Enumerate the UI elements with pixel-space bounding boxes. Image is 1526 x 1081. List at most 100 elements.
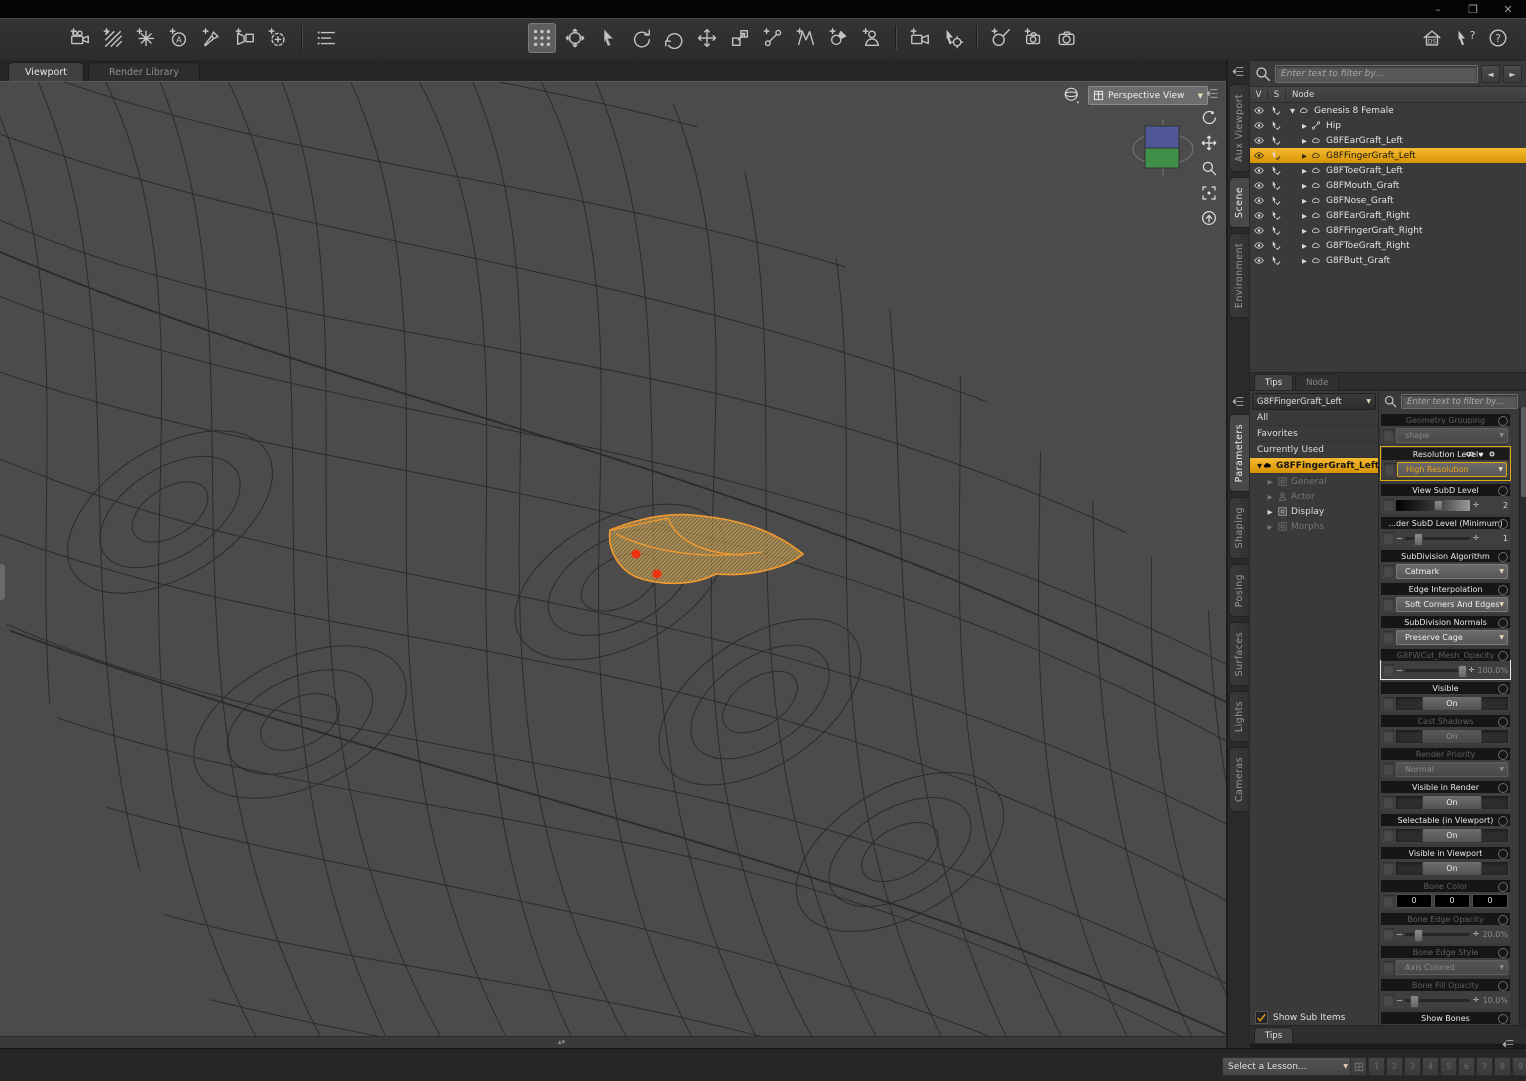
surface-selection-tool-icon[interactable] xyxy=(825,23,853,53)
tab-environment[interactable]: Environment xyxy=(1229,232,1249,319)
scene-navigator-icon[interactable] xyxy=(528,23,556,53)
node-label[interactable]: G8FMouth_Graft xyxy=(1326,181,1399,191)
gear-icon[interactable] xyxy=(1487,449,1497,459)
tab-parameters[interactable]: Parameters xyxy=(1229,414,1249,493)
expand-arrow-icon[interactable]: ▶ xyxy=(1300,197,1309,205)
visibility-eye-icon[interactable] xyxy=(1250,135,1267,146)
slider-knob[interactable] xyxy=(1413,928,1423,942)
node-label[interactable]: G8FToeGraft_Right xyxy=(1326,241,1410,251)
visibility-eye-icon[interactable] xyxy=(1250,180,1267,191)
slider-plus[interactable]: ✛ xyxy=(1468,666,1475,674)
scene-node-g8feargraft-right[interactable]: ▶ G8FEarGraft_Right xyxy=(1250,208,1526,223)
new-camera-icon[interactable] xyxy=(66,23,94,53)
tab-posing[interactable]: Posing xyxy=(1229,563,1249,618)
node-label[interactable]: G8FFingerGraft_Right xyxy=(1326,226,1422,236)
lesson-step-6[interactable]: 6 xyxy=(1458,1057,1475,1076)
param-settings-icon[interactable] xyxy=(1498,684,1508,694)
param-group-currently-used[interactable]: Currently Used xyxy=(1250,442,1378,458)
node-weight-brush-icon[interactable] xyxy=(939,23,967,53)
param-dropdown[interactable]: Axis Colored ▼ xyxy=(1396,959,1508,975)
param-group-g8ffingergraft-left[interactable]: ▼ G8FFingerGraft_Left xyxy=(1250,458,1379,474)
geometry-editor-tool-icon[interactable] xyxy=(792,23,820,53)
pane-menu-icon[interactable] xyxy=(1229,393,1248,409)
scene-node-g8fbutt-graft[interactable]: ▶ G8FButt_Graft xyxy=(1250,253,1526,268)
selectable-cursor-icon[interactable] xyxy=(1267,210,1284,221)
color-channel-field[interactable]: 0 xyxy=(1472,894,1508,908)
expand-arrow-icon[interactable]: ▶ xyxy=(1300,122,1309,130)
figure-setup-tool-icon[interactable] xyxy=(858,23,886,53)
node-label[interactable]: G8FToeGraft_Left xyxy=(1326,166,1403,176)
joint-editor-tool-icon[interactable] xyxy=(759,23,787,53)
scene-node-hip[interactable]: ▶ Hip xyxy=(1250,118,1526,133)
param-dropdown[interactable]: High Resolution ▼ xyxy=(1397,461,1507,477)
param-group-all[interactable]: All xyxy=(1250,410,1378,426)
param-group-favorites[interactable]: Favorites xyxy=(1250,426,1378,442)
expand-arrow-icon[interactable]: ▶ xyxy=(1300,137,1309,145)
param-subgroup-actor[interactable]: ▶ Actor xyxy=(1250,489,1378,504)
frame-icon[interactable] xyxy=(1198,183,1220,203)
drawstyle-sphere-icon[interactable] xyxy=(1060,85,1084,104)
show-sub-items-checkbox[interactable]: Show Sub Items xyxy=(1255,1011,1345,1024)
slider-knob[interactable] xyxy=(1413,532,1423,546)
param-settings-icon[interactable] xyxy=(1498,948,1508,958)
param-dropdown[interactable]: Soft Corners And Edges ▼ xyxy=(1396,596,1509,612)
slider-track[interactable] xyxy=(1405,994,1470,1008)
toggle-button[interactable]: On xyxy=(1421,728,1483,744)
render-icon[interactable] xyxy=(1053,23,1081,53)
expand-arrow-icon[interactable]: ▶ xyxy=(1300,167,1309,175)
align-pane-icon[interactable] xyxy=(312,23,340,53)
param-settings-icon[interactable] xyxy=(1498,486,1508,496)
node-label[interactable]: G8FButt_Graft xyxy=(1326,256,1390,266)
new-ambient-light-icon[interactable]: A xyxy=(165,23,193,53)
visibility-eye-icon[interactable] xyxy=(1250,105,1267,116)
toggle-button[interactable]: On xyxy=(1421,827,1483,843)
slider-plus[interactable]: ✛ xyxy=(1473,501,1479,509)
lesson-dropdown[interactable]: Select a Lesson... ▼ xyxy=(1222,1057,1354,1076)
spot-render-tool-icon[interactable] xyxy=(1020,23,1048,53)
selectable-cursor-icon[interactable] xyxy=(1267,105,1284,116)
filter-prev-button[interactable]: ◄ xyxy=(1481,65,1500,83)
visibility-eye-icon[interactable] xyxy=(1250,150,1267,161)
tab-aux-viewport[interactable]: Aux Viewport xyxy=(1229,84,1249,172)
expand-arrow-icon[interactable]: ▶ xyxy=(1300,227,1309,235)
new-camera-view-icon[interactable] xyxy=(231,23,259,53)
column-selectable[interactable]: S xyxy=(1268,89,1286,100)
universal-tool-icon[interactable] xyxy=(561,23,589,53)
new-spotlight-icon[interactable] xyxy=(198,23,226,53)
node-selector-dropdown[interactable]: G8FFingerGraft_Left ▼ xyxy=(1252,393,1376,410)
translate-tool-icon[interactable] xyxy=(693,23,721,53)
node-label[interactable]: G8FNose_Graft xyxy=(1326,196,1394,206)
param-settings-icon[interactable] xyxy=(1498,552,1508,562)
lesson-step-1[interactable]: 1 xyxy=(1368,1057,1385,1076)
scene-node-g8ftoegraft-right[interactable]: ▶ G8FToeGraft_Right xyxy=(1250,238,1526,253)
slider-value[interactable]: 20.0% xyxy=(1482,930,1508,939)
param-subgroup-display[interactable]: ▶ Display xyxy=(1250,504,1378,519)
heart-icon[interactable] xyxy=(1476,449,1486,459)
lesson-step-4[interactable]: 4 xyxy=(1422,1057,1439,1076)
param-dropdown[interactable]: Catmark ▼ xyxy=(1396,563,1508,579)
param-settings-icon[interactable] xyxy=(1498,651,1508,661)
left-splitter-handle[interactable] xyxy=(0,564,5,600)
slider-knob[interactable] xyxy=(1458,664,1468,678)
new-null-icon[interactable] xyxy=(264,23,292,53)
selectable-cursor-icon[interactable] xyxy=(1267,180,1284,191)
scene-node-g8feargraft-left[interactable]: ▶ G8FEarGraft_Left xyxy=(1250,133,1526,148)
new-distant-light-icon[interactable] xyxy=(99,23,127,53)
lesson-step-5[interactable]: 5 xyxy=(1440,1057,1457,1076)
slider-plus[interactable]: ✛ xyxy=(1473,996,1479,1004)
visibility-eye-icon[interactable] xyxy=(1250,255,1267,266)
slider-minus[interactable]: − xyxy=(1396,930,1403,939)
slider-track[interactable] xyxy=(1405,928,1470,942)
link-icon[interactable] xyxy=(1465,449,1475,459)
scene-filter-input[interactable] xyxy=(1275,65,1478,83)
param-settings-icon[interactable] xyxy=(1498,882,1508,892)
param-settings-icon[interactable] xyxy=(1498,849,1508,859)
lesson-step-8[interactable]: 8 xyxy=(1494,1057,1511,1076)
visibility-eye-icon[interactable] xyxy=(1250,225,1267,236)
param-subgroup-morphs[interactable]: ▶ Morphs xyxy=(1250,519,1378,534)
visibility-eye-icon[interactable] xyxy=(1250,240,1267,251)
tab-cameras[interactable]: Cameras xyxy=(1229,747,1249,813)
rotate-tool-icon[interactable] xyxy=(627,23,655,53)
node-label[interactable]: Genesis 8 Female xyxy=(1314,106,1394,116)
zoom-icon[interactable] xyxy=(1198,158,1220,178)
